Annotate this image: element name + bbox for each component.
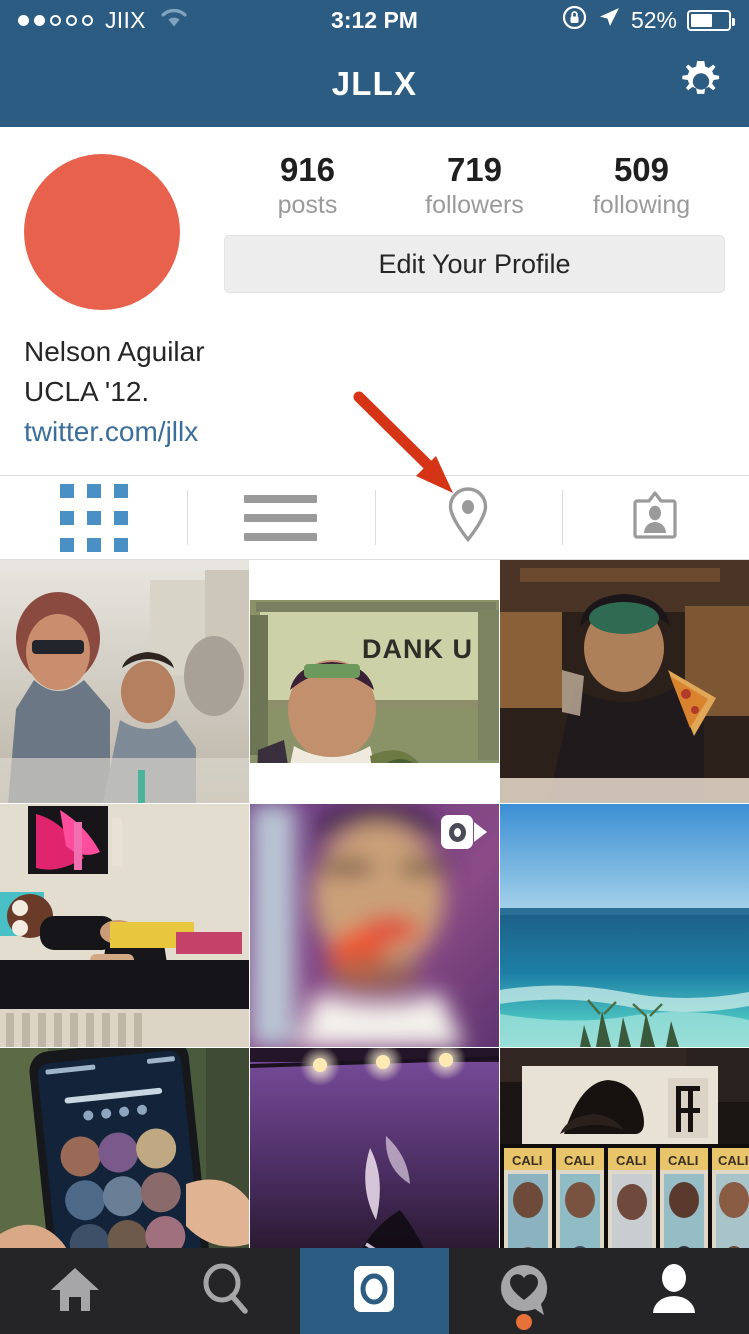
grid-view-tab[interactable] [0,476,187,559]
photo-concert-lights[interactable] [250,1048,499,1248]
avatar[interactable] [24,154,180,310]
activity-tab[interactable] [449,1248,599,1334]
stat-followers[interactable]: 719 followers [392,151,557,221]
list-icon [244,494,318,541]
status-bar: JIIX 3:12 PM 52% [0,0,749,40]
home-icon [49,1265,101,1318]
rotation-lock-icon [562,5,587,36]
profile-tab[interactable] [599,1248,749,1334]
photo-map-tab[interactable] [374,476,562,559]
page-title: JLLX [331,64,418,102]
photo-california-ids[interactable]: CALI CALI CALI CALI CALI [500,1048,749,1248]
profile-section: 916 posts 719 followers 509 following Ed… [0,127,749,475]
svg-text:CALI: CALI [718,1153,748,1168]
profile-bio: Nelson Aguilar UCLA '12. twitter.com/jll… [24,332,464,451]
battery-percent-label: 52% [630,6,677,33]
edit-profile-button[interactable]: Edit Your Profile [224,235,725,293]
stat-following[interactable]: 509 following [559,151,724,221]
profile-bio-text: UCLA '12. [24,375,150,407]
photo-street-friends[interactable] [0,560,249,803]
photo-ocean-beach[interactable] [500,804,749,1047]
photo-bedroom[interactable] [0,804,249,1047]
search-tab[interactable] [150,1248,300,1334]
search-icon [200,1263,250,1320]
following-count: 509 [613,151,670,188]
bottom-tab-bar [0,1248,749,1334]
camera-icon [350,1262,398,1321]
profile-stats: 916 posts 719 followers 509 following [224,151,725,221]
svg-text:CALI: CALI [564,1153,594,1168]
nav-header: JLLX [0,40,749,127]
video-camera-icon [441,814,487,850]
wifi-icon [160,7,188,34]
status-bar-right: 52% [562,5,735,36]
posts-count: 916 [279,151,336,188]
photo-badge-icon [628,488,682,547]
gear-icon[interactable] [675,55,727,112]
map-pin-icon [442,485,494,550]
instagram-profile-screen: JIIX 3:12 PM 52% JLLX 916 posts 719 foll… [0,0,749,1334]
person-icon [650,1263,698,1320]
photos-of-you-tab[interactable] [561,476,749,559]
view-mode-tabs [0,475,749,560]
heart-speech-icon [498,1263,550,1320]
photo-grid: DANK U CALI CALI CALI CALI CALI [0,560,749,1248]
svg-text:CALI: CALI [668,1153,698,1168]
posts-label: posts [277,190,338,219]
svg-text:CALI: CALI [512,1153,542,1168]
camera-tab[interactable] [299,1248,450,1334]
status-bar-left: JIIX [18,7,188,34]
activity-notification-badge [516,1314,533,1330]
photo-iphone-lockscreen[interactable] [0,1048,249,1248]
svg-text:DANK U: DANK U [362,634,473,664]
list-view-tab[interactable] [187,476,374,559]
signal-strength-icon [18,14,93,26]
photo-pizza-restaurant[interactable] [500,560,749,803]
profile-website-link[interactable]: twitter.com/jllx [24,412,464,452]
carrier-name: JIIX [105,6,146,33]
profile-name: Nelson Aguilar [24,336,205,367]
svg-text:CALI: CALI [616,1153,646,1168]
location-arrow-icon [597,5,621,35]
following-label: following [592,190,691,219]
grid-icon [59,483,128,552]
battery-icon [687,9,735,31]
photo-dank-u-sign[interactable]: DANK U [250,560,499,803]
followers-label: followers [425,190,524,219]
photo-blurry-selfie[interactable] [250,804,499,1047]
followers-count: 719 [446,151,503,188]
stat-posts[interactable]: 916 posts [225,151,390,221]
home-tab[interactable] [0,1248,150,1334]
